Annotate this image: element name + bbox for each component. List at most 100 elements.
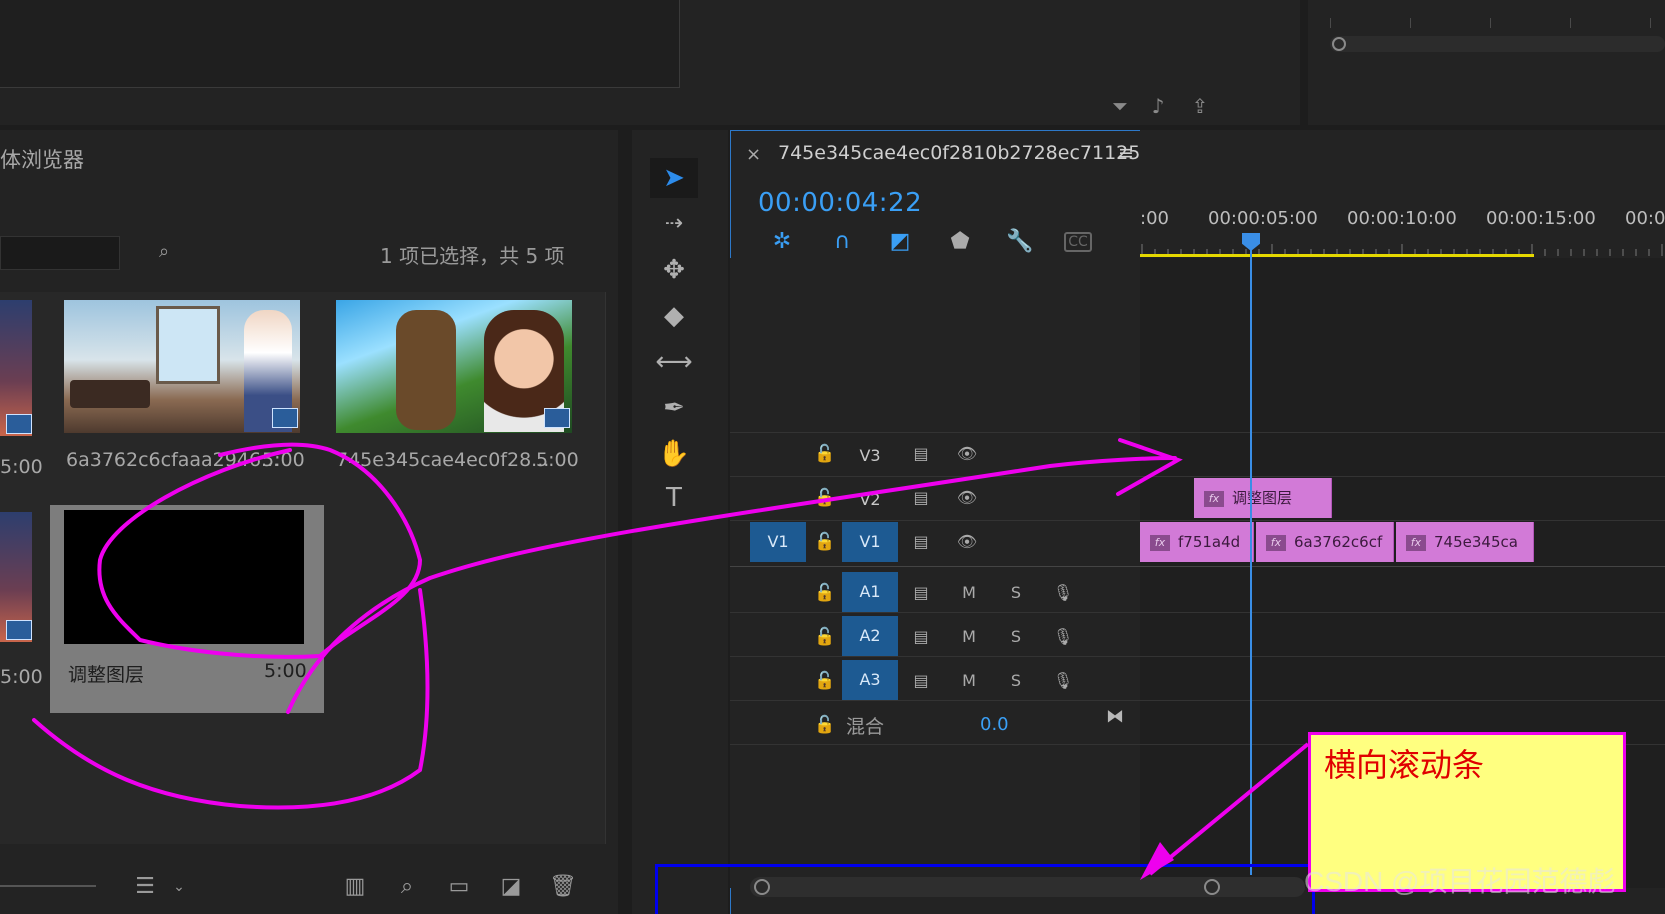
sync-lock-icon[interactable]: ▤ [908,670,934,692]
selection-tool-icon[interactable]: ➤ [650,158,698,198]
type-tool-icon[interactable]: T [650,478,698,518]
lock-icon[interactable]: 🔓 [814,531,836,553]
linked-selection-icon[interactable]: ◩ [884,228,916,256]
snap-icon[interactable]: ∩ [826,228,858,256]
search-icon[interactable]: ⌕ [150,240,178,264]
lock-icon[interactable]: 🔓 [814,443,836,465]
filter-icon[interactable]: ⏷ [1106,94,1134,118]
sequence-tab[interactable]: 745e345cae4ec0f2810b2728ec711256 [778,142,1152,164]
source-monitor-frame [0,0,680,88]
eye-icon[interactable]: 👁 [954,531,980,553]
item-name: 745e345cae4ec0f28... [336,449,550,471]
lock-icon[interactable]: 🔓 [814,670,836,692]
new-bin-icon[interactable]: ▭ [444,872,474,902]
clip-v1[interactable]: fx 6a3762c6cf [1256,522,1394,562]
media-browser-title: 体浏览器 [0,148,84,172]
work-area-bar[interactable] [1140,254,1534,257]
go-to-in-out-icon[interactable]: ⧓ [1102,706,1128,728]
clip-adjustment-layer[interactable]: fx 调整图层 [1194,478,1332,518]
clip-label: f751a4d [1178,533,1241,551]
ruler-label: 00:00:05:00 [1208,208,1318,229]
thumbnail-item[interactable] [64,300,300,433]
music-icon[interactable]: ♪ [1144,94,1172,118]
list-view-icon[interactable]: ☰ [130,872,160,902]
watermark: CSDN @项目花园范德彪 [1304,866,1616,897]
track-name-a1[interactable]: A1 [842,572,898,612]
thumbnail-adjustment-layer[interactable] [64,510,304,644]
media-search-input[interactable] [0,236,120,270]
film-icon [544,408,570,428]
microphone-icon[interactable]: 🎙 [1050,626,1076,648]
trash-icon[interactable]: 🗑 [548,872,578,902]
mute-button[interactable]: M [956,582,982,604]
mute-button[interactable]: M [956,670,982,692]
lock-icon[interactable]: 🔓 [814,714,836,736]
sync-lock-icon[interactable]: ▤ [908,487,934,509]
close-icon[interactable]: × [746,144,761,165]
captions-icon[interactable]: CC [1064,232,1092,252]
track-name-v1[interactable]: V1 [842,522,898,562]
lock-icon[interactable]: 🔓 [814,626,836,648]
zoom-slider[interactable] [0,885,96,887]
tools-panel [632,130,728,914]
fx-badge: fx [1266,534,1286,551]
time-ruler[interactable] [1140,130,1665,258]
film-icon [6,620,32,640]
thumbnail-item[interactable] [336,300,572,433]
wrench-icon[interactable]: 🔧 [1004,228,1036,256]
source-patch-v1[interactable]: V1 [750,522,806,562]
fx-badge: fx [1150,534,1170,551]
hand-tool-icon[interactable]: ✋ [650,434,698,474]
playhead-line[interactable] [1250,250,1252,875]
track-select-tool-icon[interactable]: ⇢ [650,204,698,244]
track-name-a2[interactable]: A2 [842,616,898,656]
export-icon[interactable]: ⇪ [1186,94,1214,118]
item-name: 调整图层 [68,664,145,686]
sync-lock-icon[interactable]: ▤ [908,582,934,604]
fx-badge: fx [1406,534,1426,551]
eye-icon[interactable]: 👁 [954,443,980,465]
track-name-a3[interactable]: A3 [842,660,898,700]
program-zoom-knob[interactable] [1332,37,1346,51]
nest-icon[interactable]: ✲ [766,228,798,256]
clip-label: 745e345ca [1434,533,1518,551]
lock-icon[interactable]: 🔓 [814,487,836,509]
playhead-timecode[interactable]: 00:00:04:22 [758,188,922,218]
ruler-label: 00:00:15:00 [1486,208,1596,229]
slip-tool-icon[interactable]: ⟷ [650,342,698,382]
mix-value[interactable]: 0.0 [980,714,1009,735]
microphone-icon[interactable]: 🎙 [1050,582,1076,604]
sync-lock-icon[interactable]: ▤ [908,626,934,648]
ruler-label: :00 [1140,208,1169,229]
mix-label: 混合 [846,716,885,738]
find-icon[interactable]: ⌕ [392,872,422,902]
ruler-label: 00:00:10:00 [1347,208,1457,229]
sync-lock-icon[interactable]: ▤ [908,443,934,465]
solo-button[interactable]: S [1003,582,1029,604]
track-name-v3[interactable]: V3 [842,436,898,476]
solo-button[interactable]: S [1003,670,1029,692]
storyboard-icon[interactable]: ▥ [340,872,370,902]
panel-menu-icon[interactable]: ≡ [1118,142,1134,164]
microphone-icon[interactable]: 🎙 [1050,670,1076,692]
clip-v1[interactable]: fx 745e345ca [1396,522,1534,562]
chevron-down-icon[interactable]: ⌄ [164,872,194,902]
annotation-highlight-box [655,864,1315,914]
sync-lock-icon[interactable]: ▤ [908,531,934,553]
track-name-v2[interactable]: V2 [842,480,898,520]
item-name: 6a3762c6cfaaa2946... [66,449,280,471]
selection-count: 1 项已选择，共 5 项 [380,244,565,268]
razor-tool-icon[interactable]: ◆ [650,296,698,336]
item-duration: 5:00 [262,449,305,471]
program-zoom-scrollbar[interactable] [1330,36,1665,52]
mute-button[interactable]: M [956,626,982,648]
new-item-icon[interactable]: ◪ [496,872,526,902]
track-headers [730,258,1140,888]
ripple-edit-tool-icon[interactable]: ✥ [650,250,698,290]
clip-v1[interactable]: fx f751a4d [1140,522,1254,562]
eye-icon[interactable]: 👁 [954,487,980,509]
lock-icon[interactable]: 🔓 [814,582,836,604]
solo-button[interactable]: S [1003,626,1029,648]
add-marker-icon[interactable]: ⬟ [944,228,976,256]
pen-tool-icon[interactable]: ✒ [650,388,698,428]
